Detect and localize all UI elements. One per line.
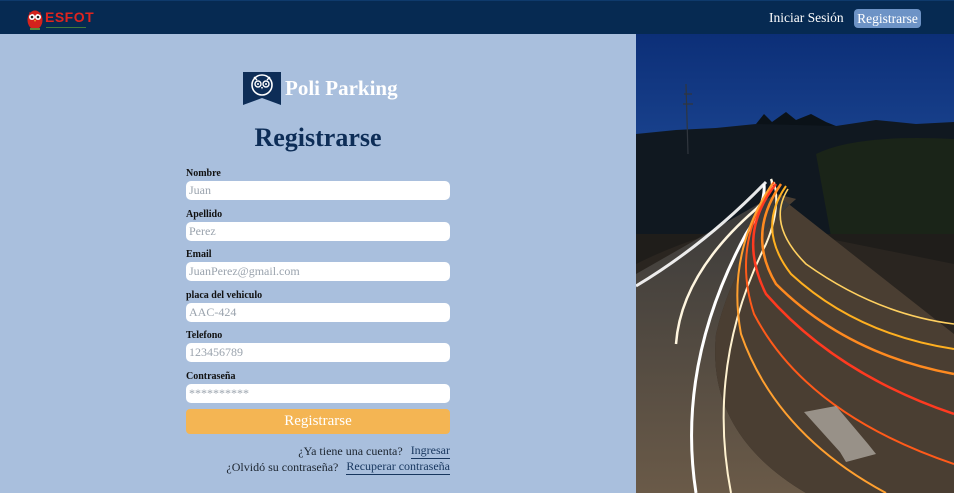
first-name-label: Nombre (186, 168, 221, 179)
recover-prompt-row: ¿Olvidó su contraseña? Recuperar contras… (226, 460, 450, 475)
first-name-field-group: Nombre (186, 167, 450, 208)
top-navbar: ESFOT Iniciar Sesión Registrarse (0, 0, 954, 34)
phone-input[interactable] (186, 343, 450, 362)
password-label: Contraseña (186, 370, 236, 382)
esfot-logo[interactable]: ESFOT (26, 6, 94, 32)
last-name-input[interactable] (186, 221, 450, 241)
password-field-group: Contraseña (186, 370, 450, 411)
login-prompt-row: ¿Ya tiene una cuenta? Ingresar (298, 444, 450, 459)
owl-badge-icon (243, 72, 281, 105)
brand-name: Poli Parking (285, 76, 398, 100)
brand-logo: Poli Parking (243, 72, 398, 105)
last-name-label: Apellido (186, 208, 223, 220)
recover-password-link[interactable]: Recuperar contraseña (346, 460, 450, 475)
register-panel: Poli Parking Registrarse Nombre Apellido… (0, 34, 636, 493)
register-submit-button[interactable]: Registrarse (186, 409, 450, 434)
nav-register-button[interactable]: Registrarse (854, 9, 921, 28)
logo-underline (46, 27, 86, 28)
page-title: Registrarse (254, 123, 382, 152)
highway-light-trails-image (636, 34, 954, 493)
plate-field-group: placa del vehiculo (186, 289, 450, 330)
email-input[interactable] (186, 262, 450, 281)
first-name-input[interactable] (186, 181, 450, 200)
last-name-field-group: Apellido (186, 208, 450, 249)
login-link[interactable]: Ingresar (410, 444, 450, 459)
email-label: Email (186, 249, 212, 260)
plate-input[interactable] (186, 302, 450, 322)
logo-text: ESFOT (45, 9, 95, 25)
account-prompt-text: ¿Ya tiene una cuenta? (298, 444, 403, 458)
hero-image (636, 34, 954, 493)
plate-label: placa del vehiculo (186, 289, 263, 301)
forgot-prompt-text: ¿Olvidó su contraseña? (226, 460, 339, 474)
phone-label: Telefono (186, 330, 223, 341)
owl-icon (27, 10, 43, 30)
password-input[interactable] (186, 383, 450, 403)
register-form: Nombre Apellido Email placa del vehiculo… (186, 167, 450, 410)
email-field-group: Email (186, 248, 450, 289)
phone-field-group: Telefono (186, 329, 450, 370)
nav-login-link[interactable]: Iniciar Sesión (769, 10, 844, 26)
